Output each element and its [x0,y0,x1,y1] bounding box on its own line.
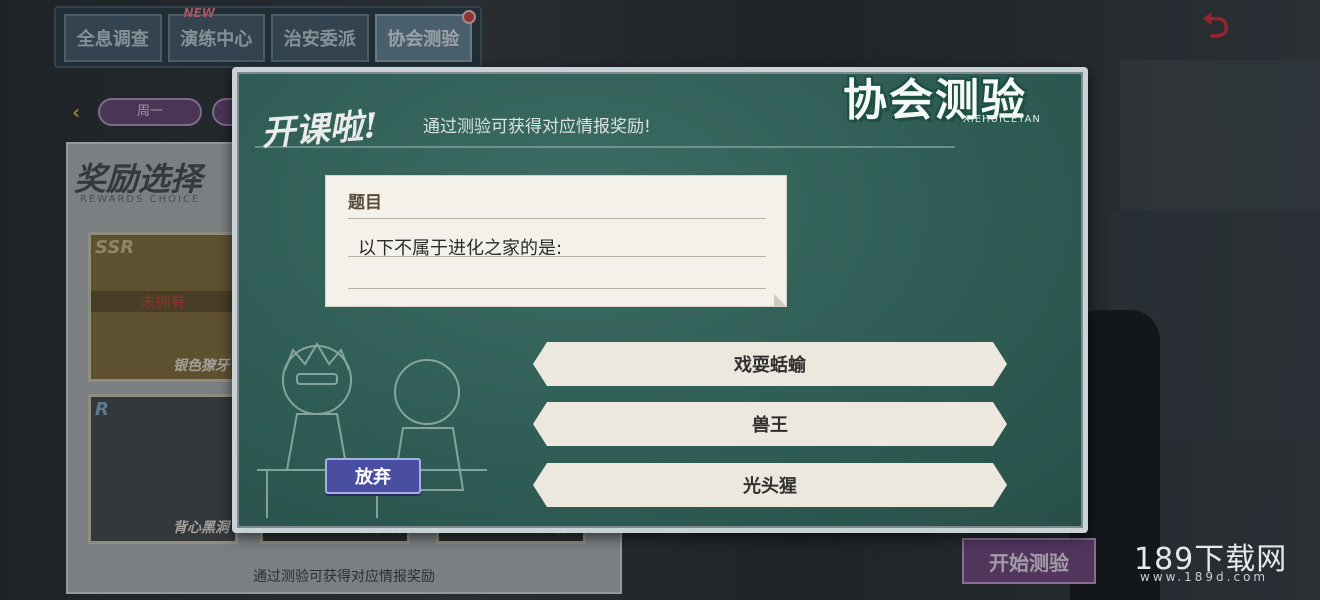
modal-subtitle: 通过测验可获得对应情报奖励! [423,117,651,137]
answer-option[interactable]: 光头猩 [533,463,1007,507]
quiz-modal: 开课啦! 通过测验可获得对应情报奖励! 协会测验 XIEHUICEYAN 题目 … [232,67,1088,533]
page-fold [774,294,786,306]
question-rule [348,256,766,257]
answer-option[interactable]: 戏耍蛞蝓 [533,342,1007,386]
question-rule [348,288,766,289]
watermark-url: www.189d.com [1140,570,1269,584]
quiz-logo-subtitle: XIEHUICEYAN [963,114,1041,125]
give-up-button[interactable]: 放弃 [325,458,421,494]
question-rule [348,218,766,219]
question-heading: 题目 [348,193,382,213]
question-card: 题目 以下不属于进化之家的是: [325,175,787,307]
chalk-divider [255,146,955,148]
answer-option[interactable]: 兽王 [533,402,1007,446]
